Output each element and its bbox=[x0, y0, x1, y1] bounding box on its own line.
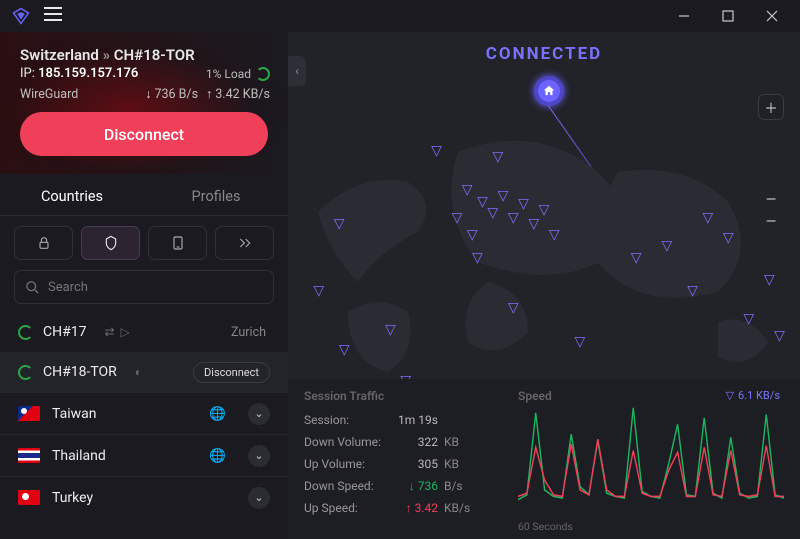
refresh-icon: ⇄ bbox=[104, 325, 114, 339]
search-icon bbox=[25, 280, 40, 295]
map-pin[interactable]: ▽ bbox=[528, 216, 539, 232]
map-pin[interactable]: ▽ bbox=[723, 230, 734, 246]
flag-turkey-icon bbox=[18, 490, 40, 505]
map-pin[interactable]: ▽ bbox=[687, 283, 698, 299]
map-pin[interactable]: ▽ bbox=[487, 205, 498, 221]
speed-chart: Speed ▽6.1 KB/s 60 Seconds bbox=[518, 379, 800, 539]
map-pin[interactable]: ▽ bbox=[631, 250, 642, 266]
flag-thailand-icon bbox=[18, 448, 40, 463]
home-location-marker[interactable] bbox=[534, 76, 564, 106]
server-row-ch18[interactable]: CH#18-TOR ◐ Disconnect bbox=[0, 352, 288, 392]
server-load-icon bbox=[18, 365, 33, 380]
map-pin[interactable]: ▽ bbox=[743, 311, 754, 327]
map-pin[interactable]: ▽ bbox=[493, 149, 504, 165]
up-speed: ↑ 3.42 bbox=[398, 501, 438, 515]
chevron-down-icon[interactable]: ⌄ bbox=[248, 487, 270, 509]
map-pin[interactable]: ▽ bbox=[702, 210, 713, 226]
header-rates: 736 B/s 3.42 KB/s bbox=[145, 87, 270, 102]
flag-taiwan-icon bbox=[18, 406, 40, 421]
map-pin[interactable]: ▽ bbox=[339, 342, 350, 358]
server-row-ch17[interactable]: CH#17 ⇄▷ Zurich bbox=[0, 312, 288, 352]
country-row-taiwan[interactable]: Taiwan 🌐 ⌄ bbox=[0, 392, 288, 434]
map-pin[interactable]: ▽ bbox=[764, 272, 775, 288]
map-pin[interactable]: ▽ bbox=[508, 300, 519, 316]
country-row-thailand[interactable]: Thailand 🌐 ⌄ bbox=[0, 434, 288, 476]
map-pin[interactable]: ▽ bbox=[431, 143, 442, 159]
chevron-down-icon[interactable]: ⌄ bbox=[248, 445, 270, 467]
close-button[interactable] bbox=[750, 0, 794, 32]
filter-secure-core[interactable] bbox=[14, 226, 73, 260]
map-pin[interactable]: ▽ bbox=[518, 196, 529, 212]
disconnect-button[interactable]: Disconnect bbox=[20, 112, 268, 156]
tab-countries[interactable]: Countries bbox=[0, 178, 144, 215]
search-input-wrap[interactable] bbox=[14, 270, 274, 304]
map-pin[interactable]: ▽ bbox=[774, 328, 785, 344]
ip-address: IP: 185.159.157.176 bbox=[20, 66, 138, 81]
search-input[interactable] bbox=[48, 280, 263, 295]
world-map[interactable]: ▽ ▽ ▽ ▽ ▽ ▽ ▽ ▽ ▽ ▽ ▽ ▽ ▽ ▽ ▽ ▽ ▽ ▽ ▽ ▽ … bbox=[288, 112, 800, 392]
session-traffic-header: Session Traffic bbox=[304, 389, 502, 403]
map-pin[interactable]: ▽ bbox=[498, 188, 509, 204]
play-icon: ▷ bbox=[121, 325, 130, 339]
map-pin[interactable]: ▽ bbox=[477, 194, 488, 210]
server-load-icon bbox=[18, 325, 33, 340]
maximize-button[interactable] bbox=[706, 0, 750, 32]
row-disconnect-button[interactable]: Disconnect bbox=[193, 362, 270, 383]
map-pin[interactable]: ▽ bbox=[508, 210, 519, 226]
down-speed: ↓ 736 bbox=[398, 479, 438, 493]
map-pin[interactable]: ▽ bbox=[472, 250, 483, 266]
app-logo-icon bbox=[12, 7, 30, 25]
up-volume: 305 bbox=[398, 457, 438, 471]
connection-status: CONNECTED bbox=[288, 32, 800, 64]
globe-icon: 🌐 bbox=[209, 448, 226, 464]
country-row-turkey[interactable]: Turkey ⌄ bbox=[0, 476, 288, 518]
map-pin[interactable]: ▽ bbox=[385, 322, 396, 338]
map-pin[interactable]: ▽ bbox=[467, 227, 478, 243]
chevron-down-icon[interactable]: ⌄ bbox=[248, 403, 270, 425]
down-volume: 322 bbox=[398, 435, 438, 449]
filter-p2p[interactable] bbox=[148, 226, 207, 260]
collapse-sidebar-button[interactable]: ‹ bbox=[288, 56, 306, 86]
map-pin[interactable]: ▽ bbox=[549, 227, 560, 243]
minimize-button[interactable] bbox=[662, 0, 706, 32]
map-pin[interactable]: ▽ bbox=[462, 182, 473, 198]
map-pin[interactable]: ▽ bbox=[452, 210, 463, 226]
filter-streaming[interactable] bbox=[215, 226, 274, 260]
map-pin[interactable]: ▽ bbox=[574, 334, 585, 350]
map-pin[interactable]: ▽ bbox=[539, 202, 550, 218]
server-load: 1% Load bbox=[206, 67, 270, 81]
location-line: Switzerland » CH#18-TOR bbox=[20, 46, 270, 64]
map-pin[interactable]: ▽ bbox=[334, 216, 345, 232]
session-duration: 1m 19s bbox=[398, 413, 474, 427]
globe-icon: 🌐 bbox=[209, 406, 226, 422]
filter-tor[interactable] bbox=[81, 226, 140, 260]
tor-icon: ◐ bbox=[135, 365, 142, 379]
tab-profiles[interactable]: Profiles bbox=[144, 178, 288, 215]
map-pin[interactable]: ▽ bbox=[661, 238, 672, 254]
map-pin[interactable]: ▽ bbox=[313, 283, 324, 299]
hamburger-menu-icon[interactable] bbox=[44, 7, 62, 25]
server-city: Zurich bbox=[231, 325, 266, 340]
protocol-label: WireGuard bbox=[20, 87, 78, 102]
